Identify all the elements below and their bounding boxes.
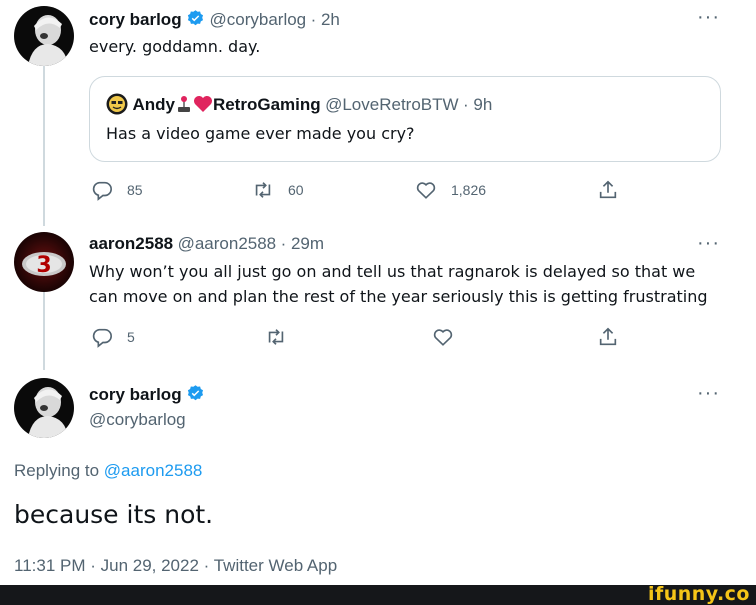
avatar[interactable]: [14, 378, 74, 438]
avatar[interactable]: [14, 6, 74, 66]
quote-header: Andy RetroGaming @LoveRetroBTW · 9h: [106, 93, 492, 115]
tweet-header: cory barlog: [89, 384, 205, 405]
replying-to: Replying to @aaron2588: [14, 461, 202, 481]
retweet-icon: [255, 182, 271, 198]
retweet-button[interactable]: [265, 326, 287, 348]
tweet-text-line: can move on and plan the rest of the yea…: [89, 287, 708, 306]
reply-icon: [92, 181, 112, 201]
replying-to-label: Replying to: [14, 461, 100, 480]
display-name[interactable]: cory barlog: [89, 385, 182, 404]
share-button[interactable]: [597, 179, 619, 201]
heart-icon: [416, 182, 436, 199]
display-name[interactable]: aaron2588: [89, 234, 173, 253]
tweet-text-line: Why won’t you all just go on and tell us…: [89, 262, 696, 281]
more-options-icon[interactable]: ···: [697, 382, 720, 405]
share-button[interactable]: [597, 326, 619, 348]
replying-to-link[interactable]: @aaron2588: [104, 461, 203, 480]
retweet-button[interactable]: 60: [252, 179, 304, 201]
timestamp[interactable]: · 29m: [281, 234, 324, 253]
verified-badge-icon: [187, 10, 204, 26]
handle[interactable]: @aaron2588: [178, 234, 277, 253]
handle[interactable]: @corybarlog: [210, 10, 307, 29]
retweet-count: 60: [288, 182, 304, 198]
timestamp[interactable]: · 9h: [463, 95, 492, 114]
main-tweet-text: because its not.: [14, 500, 214, 529]
tweet-header: cory barlog @corybarlog · 2h: [89, 9, 340, 30]
avatar: [106, 93, 128, 115]
reply-icon: [92, 328, 112, 348]
like-button[interactable]: 1,826: [415, 179, 486, 201]
quoted-tweet-text: Has a video game ever made you cry?: [106, 124, 415, 143]
quoted-tweet[interactable]: Andy RetroGaming @LoveRetroBTW · 9h Has a…: [89, 76, 721, 162]
reply-count: 85: [127, 182, 143, 198]
heart-icon: [433, 329, 453, 346]
heart-icon: [193, 96, 212, 112]
like-count: 1,826: [451, 182, 487, 198]
avatar[interactable]: 3: [14, 232, 74, 292]
reply-button[interactable]: 5: [91, 326, 135, 348]
handle[interactable]: @corybarlog: [89, 410, 186, 430]
joystick-icon: [177, 96, 190, 112]
retweet-icon: [268, 329, 284, 345]
tweet-text: every. goddamn. day.: [89, 37, 261, 56]
timestamp[interactable]: · 2h: [311, 10, 340, 29]
handle[interactable]: @LoveRetroBTW: [325, 95, 458, 114]
footer-bar: [0, 585, 756, 605]
display-name[interactable]: Andy: [132, 95, 175, 114]
thread-line: [43, 66, 45, 226]
verified-badge-icon: [187, 385, 204, 401]
svg-text:3: 3: [36, 253, 51, 278]
display-name[interactable]: cory barlog: [89, 10, 182, 29]
share-icon: [599, 327, 617, 346]
reply-button[interactable]: 85: [91, 179, 143, 201]
display-name-suffix[interactable]: RetroGaming: [213, 95, 321, 114]
ifunny-watermark: ifunny.co: [647, 583, 750, 605]
more-options-icon[interactable]: ···: [697, 6, 720, 29]
share-icon: [599, 180, 617, 199]
tweet-header: aaron2588 @aaron2588 · 29m: [89, 234, 324, 254]
like-button[interactable]: [432, 326, 454, 348]
more-options-icon[interactable]: ···: [697, 232, 720, 255]
reply-count: 5: [127, 329, 135, 345]
tweet-meta[interactable]: 11:31 PM · Jun 29, 2022 · Twitter Web Ap…: [14, 556, 337, 576]
tweet-text: Why won’t you all just go on and tell us…: [89, 259, 708, 309]
